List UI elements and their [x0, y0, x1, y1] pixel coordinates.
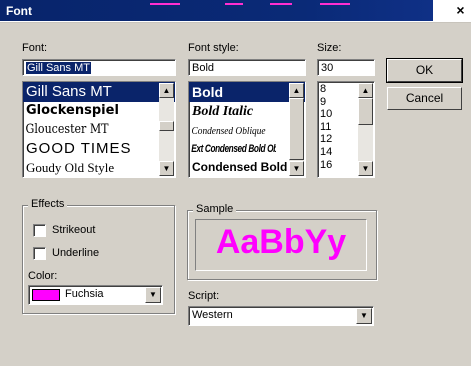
size-list-item[interactable]: 10 — [320, 108, 332, 121]
font-style-item[interactable]: Bold — [189, 82, 305, 102]
size-list-item[interactable]: 8 — [320, 83, 332, 96]
effects-title: Effects — [28, 198, 68, 210]
font-style-value: Bold — [192, 62, 215, 74]
chevron-down-icon[interactable]: ▼ — [356, 308, 372, 324]
font-style-list[interactable]: Bold Bold Italic Condensed Oblique Ext C… — [188, 81, 306, 178]
scroll-up-icon[interactable]: ▲ — [358, 83, 373, 98]
font-list-item[interactable]: Gill Sans MT — [23, 82, 175, 102]
font-list-item[interactable]: Glockenspiel — [23, 102, 175, 120]
scroll-thumb[interactable] — [159, 121, 174, 131]
window-title: Font — [6, 4, 32, 18]
cancel-button[interactable]: Cancel — [387, 87, 462, 110]
underline-label: Underline — [52, 247, 100, 259]
ok-button[interactable]: OK — [386, 58, 463, 83]
font-style-scrollbar[interactable]: ▲ ▼ — [289, 83, 304, 176]
size-input[interactable]: 30 — [317, 59, 375, 76]
size-list-item[interactable]: 14 — [320, 146, 332, 159]
title-decoration — [150, 3, 180, 5]
title-decoration — [320, 3, 350, 5]
close-icon[interactable]: × — [453, 3, 468, 18]
font-style-item[interactable]: Condensed Oblique — [189, 122, 288, 140]
font-list-item[interactable]: Goudy Old Style — [23, 159, 175, 177]
script-label: Script: — [188, 290, 220, 302]
font-list-item[interactable]: GOOD TIMES — [23, 139, 175, 159]
color-swatch — [32, 289, 60, 301]
size-list[interactable]: 8 9 10 11 12 14 16 ▲ ▼ — [317, 81, 375, 178]
size-list-item[interactable]: 12 — [320, 133, 332, 146]
size-value: 30 — [321, 62, 334, 74]
color-value: Fuchsia — [65, 288, 104, 300]
color-label: Color: — [28, 270, 58, 282]
title-decoration — [225, 3, 243, 5]
size-label: Size: — [317, 42, 342, 54]
font-style-item[interactable]: Bold Italic — [189, 102, 305, 122]
strikeout-checkbox[interactable] — [33, 224, 46, 237]
script-value: Western — [192, 309, 233, 321]
scroll-thumb[interactable] — [289, 98, 304, 160]
sample-preview: AaBbYy — [195, 219, 367, 271]
scroll-down-icon[interactable]: ▼ — [289, 161, 304, 176]
color-select[interactable]: Fuchsia ▼ — [28, 285, 163, 305]
script-select[interactable]: Western ▼ — [188, 306, 374, 326]
scroll-up-icon[interactable]: ▲ — [159, 83, 174, 98]
size-list-item[interactable]: 11 — [320, 121, 332, 134]
strikeout-label: Strikeout — [52, 224, 96, 236]
font-style-input[interactable]: Bold — [188, 59, 306, 76]
scroll-down-icon[interactable]: ▼ — [159, 161, 174, 176]
font-name-value: Gill Sans MT — [26, 62, 91, 74]
scroll-down-icon[interactable]: ▼ — [358, 161, 373, 176]
sample-text: AaBbYy — [215, 223, 347, 261]
title-bar-gradient — [0, 0, 433, 21]
scroll-up-icon[interactable]: ▲ — [289, 83, 304, 98]
sample-title: Sample — [193, 203, 237, 215]
size-list-scrollbar[interactable]: ▲ ▼ — [358, 83, 373, 176]
scroll-thumb[interactable] — [358, 98, 373, 125]
font-list-scrollbar[interactable]: ▲ ▼ — [159, 83, 174, 176]
title-decoration — [270, 3, 292, 5]
font-style-item[interactable]: Condensed Bold — [189, 158, 305, 177]
underline-checkbox[interactable] — [33, 247, 46, 260]
title-bar: Font × — [0, 0, 471, 23]
font-name-input[interactable]: Gill Sans MT — [22, 59, 176, 76]
font-style-item[interactable]: Ext Condensed Bold Oblique — [189, 140, 276, 158]
font-list-item[interactable]: Gloucester MT — [23, 120, 152, 139]
size-list-item[interactable]: 9 — [320, 96, 332, 109]
chevron-down-icon[interactable]: ▼ — [145, 287, 161, 303]
font-label: Font: — [22, 42, 48, 54]
font-list[interactable]: Gill Sans MT Glockenspiel Gloucester MT … — [22, 81, 176, 178]
size-list-item[interactable]: 16 — [320, 159, 332, 172]
font-style-label: Font style: — [188, 42, 239, 54]
